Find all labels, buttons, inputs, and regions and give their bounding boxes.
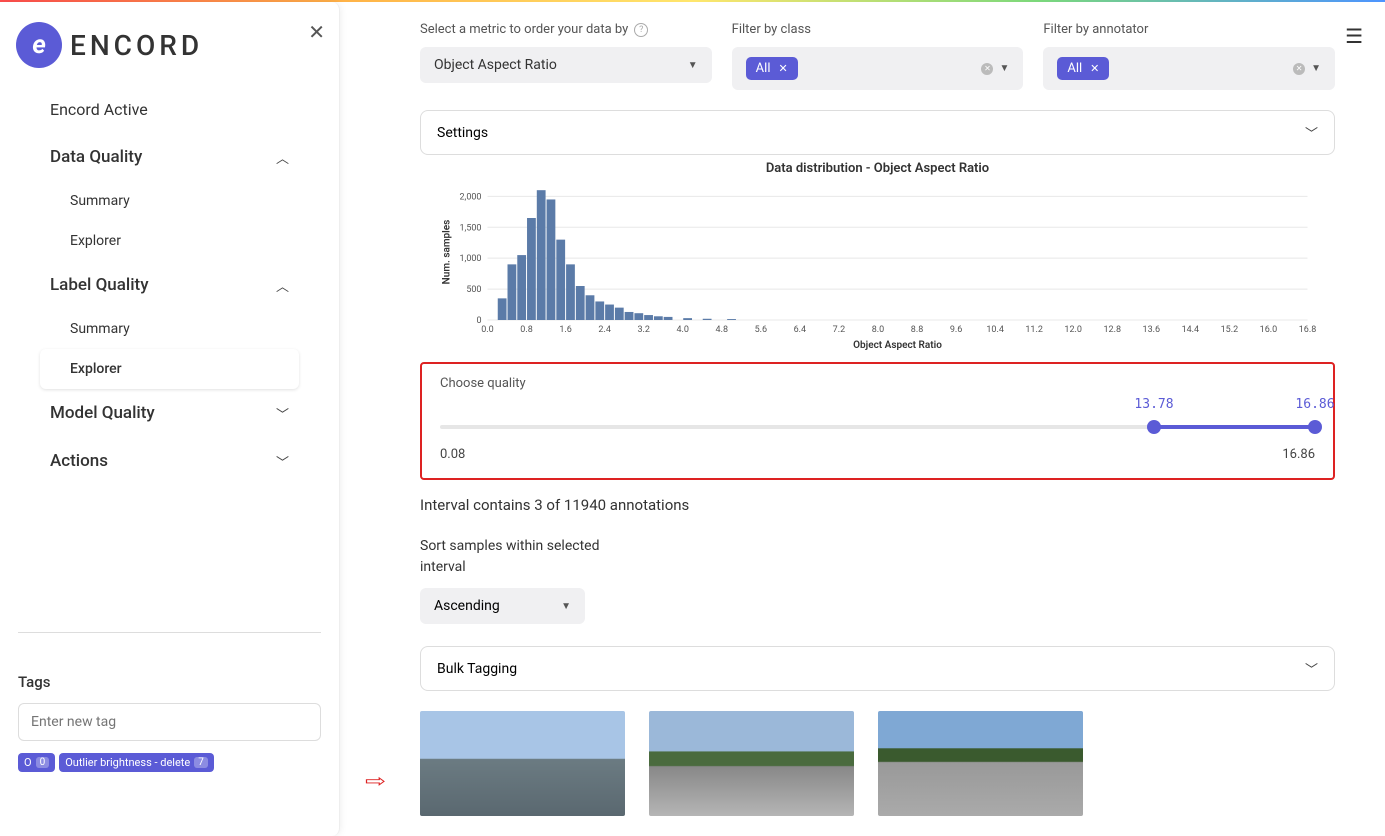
svg-text:2,000: 2,000 bbox=[459, 192, 481, 202]
svg-text:1.6: 1.6 bbox=[559, 325, 572, 335]
caret-down-icon: ▼ bbox=[561, 601, 571, 612]
svg-text:Object Aspect Ratio: Object Aspect Ratio bbox=[853, 340, 942, 350]
svg-text:12.8: 12.8 bbox=[1103, 325, 1121, 335]
sort-label: Sort samples within selected interval bbox=[420, 536, 600, 578]
clear-icon[interactable]: ✕ bbox=[981, 63, 993, 75]
caret-down-icon: ▼ bbox=[1311, 63, 1321, 74]
sidebar-item-dq-explorer[interactable]: Explorer bbox=[40, 221, 299, 261]
sample-thumbnails bbox=[420, 711, 1335, 816]
brand-text: ENCORD bbox=[70, 29, 203, 62]
sidebar-section-actions[interactable]: Actions ﹀ bbox=[40, 437, 299, 485]
metric-dropdown[interactable]: Object Aspect Ratio ▼ bbox=[420, 47, 712, 83]
sidebar-item-dq-summary[interactable]: Summary bbox=[40, 181, 299, 221]
sort-dropdown[interactable]: Ascending ▼ bbox=[420, 588, 585, 624]
svg-text:3.2: 3.2 bbox=[637, 325, 650, 335]
class-filter-dropdown[interactable]: All ✕ ✕ ▼ bbox=[732, 47, 1024, 90]
svg-text:4.8: 4.8 bbox=[716, 325, 729, 335]
svg-text:500: 500 bbox=[466, 285, 481, 295]
annotator-filter-dropdown[interactable]: All ✕ ✕ ▼ bbox=[1043, 47, 1335, 90]
sidebar-item-encord-active[interactable]: Encord Active bbox=[40, 86, 299, 133]
svg-text:10.4: 10.4 bbox=[986, 325, 1004, 335]
quality-slider-box: Choose quality 13.78 16.86 0.08 16.86 bbox=[420, 362, 1335, 480]
logo-icon: e bbox=[16, 22, 62, 68]
class-filter-label: Filter by class bbox=[732, 22, 1024, 37]
distribution-chart: Data distribution - Object Aspect Ratio … bbox=[420, 161, 1335, 354]
remove-icon[interactable]: ✕ bbox=[778, 62, 787, 75]
svg-text:13.6: 13.6 bbox=[1143, 325, 1161, 335]
svg-text:0.0: 0.0 bbox=[481, 325, 494, 335]
caret-down-icon: ▼ bbox=[688, 60, 698, 71]
svg-text:11.2: 11.2 bbox=[1025, 325, 1043, 335]
settings-expander[interactable]: Settings ﹀ bbox=[420, 110, 1335, 155]
chevron-down-icon: ﹀ bbox=[1305, 123, 1318, 142]
svg-text:14.4: 14.4 bbox=[1182, 325, 1200, 335]
quality-slider[interactable]: 13.78 16.86 bbox=[440, 411, 1315, 439]
sample-thumbnail[interactable] bbox=[649, 711, 854, 816]
remove-icon[interactable]: ✕ bbox=[1090, 62, 1099, 75]
annotator-filter-label: Filter by annotator bbox=[1043, 22, 1335, 37]
interval-count-text: Interval contains 3 of 11940 annotations bbox=[420, 496, 1335, 514]
slider-thumb-low[interactable] bbox=[1147, 420, 1161, 434]
sample-thumbnail[interactable] bbox=[878, 711, 1083, 816]
svg-text:16.0: 16.0 bbox=[1260, 325, 1278, 335]
svg-text:7.2: 7.2 bbox=[833, 325, 846, 335]
chevron-up-icon: ︿ bbox=[276, 276, 289, 295]
caret-down-icon: ▼ bbox=[999, 63, 1009, 74]
svg-text:Num. samples: Num. samples bbox=[442, 220, 453, 285]
tag-badge[interactable]: O 0 bbox=[18, 753, 55, 772]
svg-text:5.6: 5.6 bbox=[755, 325, 768, 335]
slider-min: 0.08 bbox=[440, 447, 465, 462]
annotation-arrow-icon: ⇨ bbox=[365, 771, 386, 792]
chevron-down-icon: ﹀ bbox=[276, 452, 289, 471]
svg-text:1,000: 1,000 bbox=[459, 254, 481, 264]
svg-text:2.4: 2.4 bbox=[598, 325, 611, 335]
filter-pill[interactable]: All ✕ bbox=[746, 57, 798, 80]
tag-input[interactable] bbox=[18, 703, 321, 741]
sidebar: ✕ e ENCORD Encord Active Data Quality ︿ … bbox=[0, 2, 340, 836]
filter-pill[interactable]: All ✕ bbox=[1057, 57, 1109, 80]
sidebar-section-label-quality[interactable]: Label Quality ︿ bbox=[40, 261, 299, 309]
quality-label: Choose quality bbox=[440, 376, 1315, 391]
sidebar-section-model-quality[interactable]: Model Quality ﹀ bbox=[40, 389, 299, 437]
svg-text:8.0: 8.0 bbox=[872, 325, 885, 335]
chart-title: Data distribution - Object Aspect Ratio bbox=[420, 161, 1335, 176]
svg-text:8.8: 8.8 bbox=[911, 325, 924, 335]
slider-thumb-high[interactable] bbox=[1308, 420, 1322, 434]
main-content: ☰ Select a metric to order your data by … bbox=[340, 2, 1385, 836]
clear-icon[interactable]: ✕ bbox=[1293, 63, 1305, 75]
slider-max: 16.86 bbox=[1282, 447, 1315, 462]
svg-text:4.0: 4.0 bbox=[676, 325, 689, 335]
chevron-up-icon: ︿ bbox=[276, 148, 289, 167]
svg-text:1,500: 1,500 bbox=[459, 223, 481, 233]
svg-text:0.8: 0.8 bbox=[520, 325, 533, 335]
chevron-down-icon: ﹀ bbox=[1305, 659, 1318, 678]
svg-text:12.0: 12.0 bbox=[1064, 325, 1082, 335]
sidebar-item-lq-summary[interactable]: Summary bbox=[40, 309, 299, 349]
menu-icon[interactable]: ☰ bbox=[1345, 24, 1363, 48]
metric-label: Select a metric to order your data by ? bbox=[420, 22, 712, 37]
tags-title: Tags bbox=[18, 673, 321, 691]
chevron-down-icon: ﹀ bbox=[276, 404, 289, 423]
tags-section: Tags O 0 Outlier brightness - delete 7 bbox=[10, 632, 329, 772]
svg-text:6.4: 6.4 bbox=[794, 325, 807, 335]
svg-text:16.8: 16.8 bbox=[1299, 325, 1317, 335]
sidebar-section-data-quality[interactable]: Data Quality ︿ bbox=[40, 133, 299, 181]
chart-svg: 05001,0001,5002,0000.00.81.62.43.24.04.8… bbox=[420, 180, 1335, 350]
nav: Encord Active Data Quality ︿ Summary Exp… bbox=[10, 86, 329, 485]
bulk-tagging-expander[interactable]: Bulk Tagging ﹀ bbox=[420, 646, 1335, 691]
close-icon[interactable]: ✕ bbox=[308, 20, 325, 44]
tag-badge[interactable]: Outlier brightness - delete 7 bbox=[59, 753, 214, 772]
svg-text:15.2: 15.2 bbox=[1221, 325, 1239, 335]
help-icon[interactable]: ? bbox=[634, 23, 648, 37]
logo[interactable]: e ENCORD bbox=[10, 14, 329, 86]
svg-text:9.6: 9.6 bbox=[950, 325, 963, 335]
sample-thumbnail[interactable] bbox=[420, 711, 625, 816]
sidebar-item-lq-explorer[interactable]: Explorer bbox=[40, 349, 299, 389]
